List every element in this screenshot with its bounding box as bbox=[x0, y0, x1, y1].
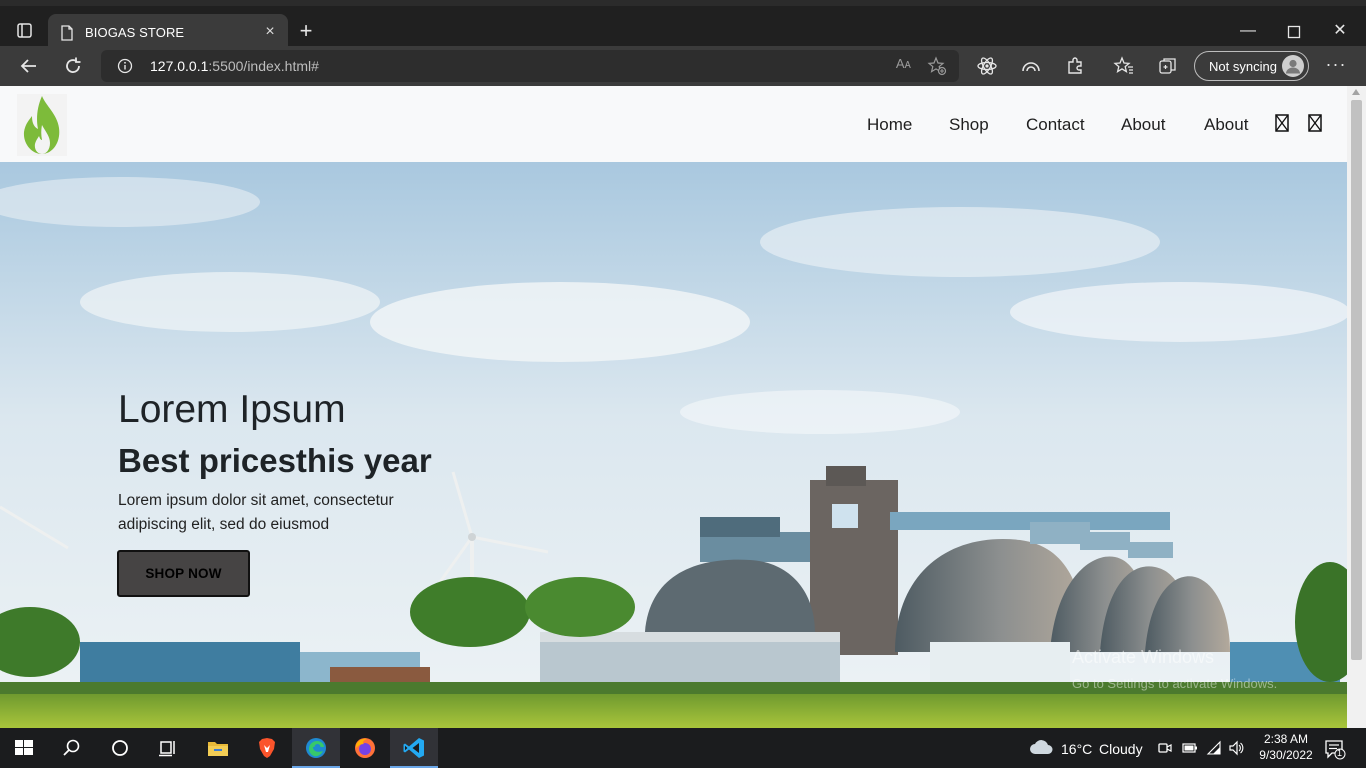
weather-condition[interactable]: Cloudy bbox=[1099, 741, 1143, 757]
browser-tab-bar: BIOGAS STORE × + — ✕ bbox=[0, 0, 1366, 52]
page-scrollbar[interactable] bbox=[1347, 86, 1366, 728]
task-view-icon bbox=[156, 736, 180, 760]
collections-icon[interactable] bbox=[1156, 54, 1180, 78]
browser-toolbar: 127.0.0.1:5500/index.html# Aᴀ Not syncin… bbox=[0, 46, 1366, 86]
page-icon bbox=[60, 25, 74, 41]
task-view-button[interactable] bbox=[144, 728, 192, 768]
nav-about-link-2[interactable]: About bbox=[1204, 115, 1248, 135]
window-close-icon[interactable]: ✕ bbox=[1320, 20, 1360, 44]
missing-glyph-icon[interactable] bbox=[1275, 114, 1289, 132]
add-favorite-icon[interactable] bbox=[927, 56, 947, 76]
url-text[interactable]: 127.0.0.1:5500/index.html# bbox=[150, 58, 319, 74]
page-viewport: Home Shop Contact About About Lorem Ipsu… bbox=[0, 86, 1366, 728]
meet-now-icon[interactable] bbox=[1158, 741, 1172, 755]
scroll-up-icon[interactable] bbox=[1352, 89, 1360, 95]
windows-taskbar: 16°C Cloudy 2:38 AM 9/30/2022 1 bbox=[0, 728, 1366, 768]
wifi-icon[interactable] bbox=[1206, 740, 1222, 756]
sync-label: Not syncing bbox=[1209, 59, 1277, 74]
activate-windows-hint: Go to Settings to activate Windows. bbox=[1072, 676, 1278, 691]
brave-browser-button[interactable] bbox=[243, 728, 291, 768]
site-navbar: Home Shop Contact About About bbox=[0, 86, 1347, 162]
read-aloud-icon[interactable]: Aᴀ bbox=[896, 56, 911, 71]
nav-about-link[interactable]: About bbox=[1121, 115, 1165, 135]
folder-icon bbox=[206, 736, 230, 760]
edge-browser-button[interactable] bbox=[292, 728, 340, 768]
weather-temp[interactable]: 16°C bbox=[1061, 741, 1092, 757]
settings-more-icon[interactable]: ··· bbox=[1324, 54, 1348, 78]
tab-close-icon[interactable]: × bbox=[262, 24, 278, 40]
profile-sync-button[interactable]: Not syncing bbox=[1194, 51, 1309, 81]
extensions-icon[interactable] bbox=[1063, 54, 1087, 78]
cortana-button[interactable] bbox=[96, 728, 144, 768]
notification-center-icon[interactable]: 1 bbox=[1324, 738, 1346, 760]
search-button[interactable] bbox=[48, 728, 96, 768]
tab-title: BIOGAS STORE bbox=[85, 25, 185, 40]
profile-avatar-icon bbox=[1282, 55, 1304, 77]
scrollbar-thumb[interactable] bbox=[1351, 100, 1362, 660]
cortana-icon bbox=[108, 736, 132, 760]
vscode-button[interactable] bbox=[390, 728, 438, 768]
maximize-icon[interactable] bbox=[1274, 20, 1314, 44]
back-icon[interactable] bbox=[17, 54, 41, 78]
extension-arc-icon[interactable] bbox=[1019, 54, 1043, 78]
activate-windows-watermark: Activate Windows bbox=[1072, 647, 1215, 667]
site-info-icon[interactable] bbox=[117, 58, 133, 74]
edge-icon bbox=[304, 736, 328, 760]
windows-logo-icon bbox=[12, 736, 36, 760]
hero-section: Lorem Ipsum Best pricesthis year Lorem i… bbox=[0, 162, 1347, 728]
clock-time: 2:38 AM bbox=[1263, 732, 1309, 746]
search-icon bbox=[60, 736, 84, 760]
url-path: :5500/index.html# bbox=[208, 58, 319, 74]
clock-date: 9/30/2022 bbox=[1259, 748, 1313, 762]
flame-logo[interactable] bbox=[17, 94, 67, 156]
hero-title: Lorem Ipsum bbox=[118, 388, 346, 431]
missing-glyph-icon-2[interactable] bbox=[1308, 114, 1322, 132]
system-clock[interactable]: 2:38 AM 9/30/2022 bbox=[1253, 731, 1319, 763]
hero-subtitle: Best pricesthis year bbox=[118, 442, 432, 479]
firefox-button[interactable] bbox=[341, 728, 389, 768]
new-tab-icon[interactable]: + bbox=[294, 20, 318, 44]
nav-contact-link[interactable]: Contact bbox=[1026, 115, 1085, 135]
url-host: 127.0.0.1 bbox=[150, 58, 209, 74]
minimize-icon[interactable]: — bbox=[1228, 20, 1268, 44]
nav-shop-link[interactable]: Shop bbox=[949, 115, 989, 135]
tab-actions-icon[interactable] bbox=[12, 20, 38, 42]
react-devtools-icon[interactable] bbox=[975, 54, 999, 78]
refresh-icon[interactable] bbox=[61, 54, 85, 78]
volume-icon[interactable] bbox=[1228, 740, 1244, 756]
battery-icon[interactable] bbox=[1182, 741, 1198, 755]
shop-now-button[interactable]: SHOP NOW bbox=[117, 550, 250, 597]
address-bar[interactable]: 127.0.0.1:5500/index.html# Aᴀ bbox=[101, 50, 959, 82]
favorites-icon[interactable] bbox=[1112, 54, 1136, 78]
notification-count: 1 bbox=[1337, 748, 1343, 758]
brave-lion-icon bbox=[255, 736, 279, 760]
start-button[interactable] bbox=[0, 728, 48, 768]
file-explorer-button[interactable] bbox=[194, 728, 242, 768]
hero-description: Lorem ipsum dolor sit amet, consectetur … bbox=[118, 492, 394, 533]
cloud-weather-icon[interactable] bbox=[1029, 738, 1053, 756]
firefox-icon bbox=[353, 736, 377, 760]
nav-home-link[interactable]: Home bbox=[867, 115, 912, 135]
vscode-icon bbox=[402, 736, 426, 760]
